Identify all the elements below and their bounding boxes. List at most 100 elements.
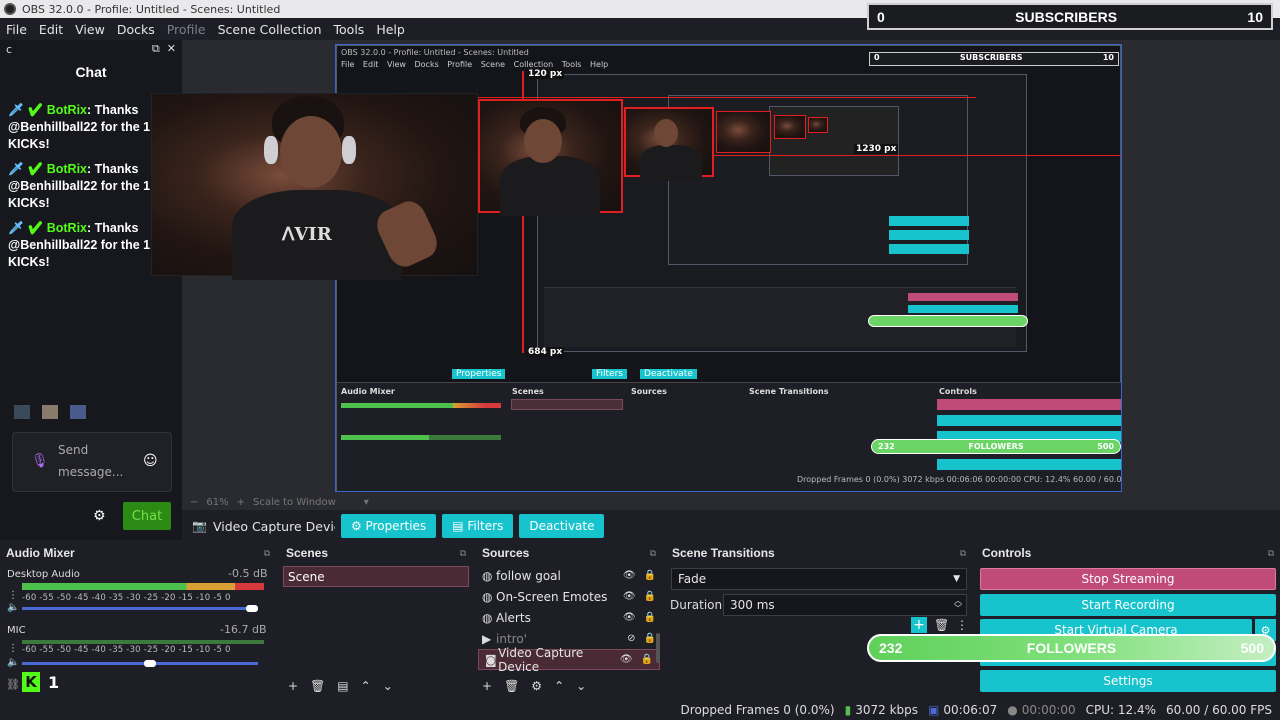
eye-icon[interactable]: 👁 [623, 570, 636, 581]
nested-mixer-title: Audio Mixer [341, 387, 395, 396]
stop-streaming-button[interactable]: Stop Streaming [980, 568, 1276, 590]
eye-icon[interactable]: 👁 [620, 654, 633, 665]
settings-button[interactable]: Settings [980, 670, 1276, 692]
transition-select[interactable]: Fade ▼ [671, 568, 967, 590]
source-item[interactable]: ◍ On-Screen Emotes 👁 🔒 [476, 586, 662, 607]
lock-icon[interactable]: 🔒 [644, 612, 656, 623]
emoji-icon[interactable]: ☺ [143, 453, 158, 469]
scenes-toolbar: + 🗑 ▤ ⌃ ⌄ [288, 679, 393, 693]
sources-scrollbar[interactable] [656, 633, 660, 663]
sources-toolbar: + 🗑 ⚙ ⌃ ⌄ [482, 679, 586, 693]
chat-message: 🗡 ✔ BotRix: Thanks @Benhillball22 for th… [8, 220, 174, 271]
zoom-plus-icon[interactable]: + [237, 497, 245, 508]
scale-mode[interactable]: Scale to Window [253, 497, 336, 508]
filters-button[interactable]: ▤ Filters [442, 514, 514, 538]
undock-icon[interactable]: ⧉ [264, 548, 270, 559]
speaker-icon[interactable]: 🔈 [7, 657, 19, 668]
close-dock-icon[interactable]: ✕ [167, 42, 176, 55]
duration-spinbox[interactable]: 300 ms ︿ ﹀ [723, 594, 967, 616]
followers-current: 232 [879, 640, 903, 656]
verified-icon: ✔ [27, 103, 44, 117]
eye-hidden-icon[interactable]: ⊘ [627, 633, 635, 644]
chat-username[interactable]: BotRix [47, 221, 87, 235]
move-up-icon[interactable]: ⌃ [361, 679, 371, 693]
gear-icon[interactable]: ⚙ [531, 679, 542, 693]
menu-docks[interactable]: Docks [111, 22, 161, 37]
trash-icon[interactable]: 🗑 [310, 679, 325, 693]
menu-file[interactable]: File [0, 22, 33, 37]
link-icon[interactable]: ⛓ [6, 678, 20, 691]
emote-icon[interactable] [70, 405, 86, 419]
move-up-icon[interactable]: ⌃ [554, 679, 564, 693]
menu-scene-collection[interactable]: Scene Collection [212, 22, 328, 37]
add-transition-icon[interactable]: + [911, 617, 927, 633]
transition-menu-icon[interactable]: ⋮ [956, 618, 968, 632]
lock-icon[interactable]: 🔒 [644, 570, 656, 581]
menu-view[interactable]: View [69, 22, 111, 37]
chat-title: Chat [75, 64, 107, 80]
deactivate-button[interactable]: Deactivate [519, 514, 605, 538]
start-recording-button[interactable]: Start Recording [980, 594, 1276, 616]
remove-transition-icon[interactable]: 🗑 [934, 618, 949, 632]
shirt-print: ꓥVIR [282, 224, 332, 245]
source-item[interactable]: ◍ follow goal 👁 🔒 [476, 565, 662, 586]
channel-menu-icon[interactable]: ⋮ [8, 590, 18, 601]
volume-knob[interactable] [144, 660, 156, 667]
globe-icon: ◍ [482, 589, 493, 604]
eye-icon[interactable]: 👁 [623, 612, 636, 623]
chat-message: 🗡 ✔ BotRix: Thanks @Benhillball22 for th… [8, 161, 174, 212]
undock-icon[interactable]: ⧉ [460, 548, 466, 559]
properties-button[interactable]: ⚙ Properties [340, 514, 437, 538]
trash-icon[interactable]: 🗑 [504, 679, 519, 693]
volume-slider[interactable] [22, 607, 258, 610]
nested-control-bar [937, 459, 1121, 470]
scenes-dock: Scenes ⧉ Scene + 🗑 ▤ ⌃ ⌄ [280, 545, 472, 700]
mic-icon[interactable]: 🎙 [31, 453, 49, 469]
chat-input[interactable]: 🎙 Send message... ☺ [12, 432, 172, 492]
add-icon[interactable]: + [482, 679, 492, 693]
filter-icon[interactable]: ▤ [337, 679, 348, 693]
eye-icon[interactable]: 👁 [623, 591, 636, 602]
channel-name: MIC [7, 625, 26, 636]
kick-logo-icon: K [22, 672, 40, 692]
transitions-title: Scene Transitions [672, 546, 775, 560]
nested-bottom-docks: Audio Mixer Scenes Sources Scene Transit… [337, 382, 1121, 491]
chat-send-button[interactable]: Chat [123, 502, 171, 530]
record-icon: ● [1007, 703, 1018, 717]
lock-icon[interactable]: 🔒 [644, 633, 656, 644]
followers-label: FOLLOWERS [1026, 640, 1117, 656]
menu-profile[interactable]: Profile [161, 22, 212, 37]
nested-control-bar [908, 305, 1018, 313]
undock-icon[interactable]: ⧉ [960, 548, 966, 559]
add-icon[interactable]: + [288, 679, 298, 693]
undock-icon[interactable]: ⧉ [1268, 548, 1274, 559]
menu-tools[interactable]: Tools [328, 22, 371, 37]
chat-settings-icon[interactable]: ⚙ [93, 508, 106, 524]
menu-help[interactable]: Help [370, 22, 411, 37]
move-down-icon[interactable]: ⌄ [576, 679, 586, 693]
volume-slider[interactable] [22, 662, 258, 665]
followers-widget: 232 FOLLOWERS 500 [867, 634, 1276, 662]
emote-icon[interactable] [42, 405, 58, 419]
spinner-arrows-icon[interactable]: ︿ ﹀ [954, 597, 962, 613]
speaker-icon[interactable]: 🔈 [7, 602, 19, 613]
move-down-icon[interactable]: ⌄ [383, 679, 393, 693]
chat-username[interactable]: BotRix [47, 162, 87, 176]
source-item[interactable]: ◍ Alerts 👁 🔒 [476, 607, 662, 628]
undock-icon[interactable]: ⧉ [152, 42, 160, 55]
zoom-minus-icon[interactable]: − [190, 497, 198, 508]
volume-knob[interactable] [246, 605, 258, 612]
source-item-selected[interactable]: ◙ Video Capture Device 👁 🔒 [478, 646, 660, 674]
scene-item[interactable]: Scene [283, 566, 469, 587]
undock-icon[interactable]: ⧉ [650, 548, 656, 559]
lock-icon[interactable]: 🔒 [644, 591, 656, 602]
transition-value: Fade [678, 572, 707, 586]
emote-icon[interactable] [14, 405, 30, 419]
scale-dropdown-icon[interactable]: ▾ [364, 497, 369, 508]
lock-icon[interactable]: 🔒 [641, 654, 653, 665]
channel-menu-icon[interactable]: ⋮ [8, 643, 18, 654]
menu-edit[interactable]: Edit [33, 22, 69, 37]
chat-username[interactable]: BotRix [47, 103, 87, 117]
dropped-frames: Dropped Frames 0 (0.0%) [680, 703, 835, 717]
zoom-level[interactable]: 61% [206, 497, 228, 508]
